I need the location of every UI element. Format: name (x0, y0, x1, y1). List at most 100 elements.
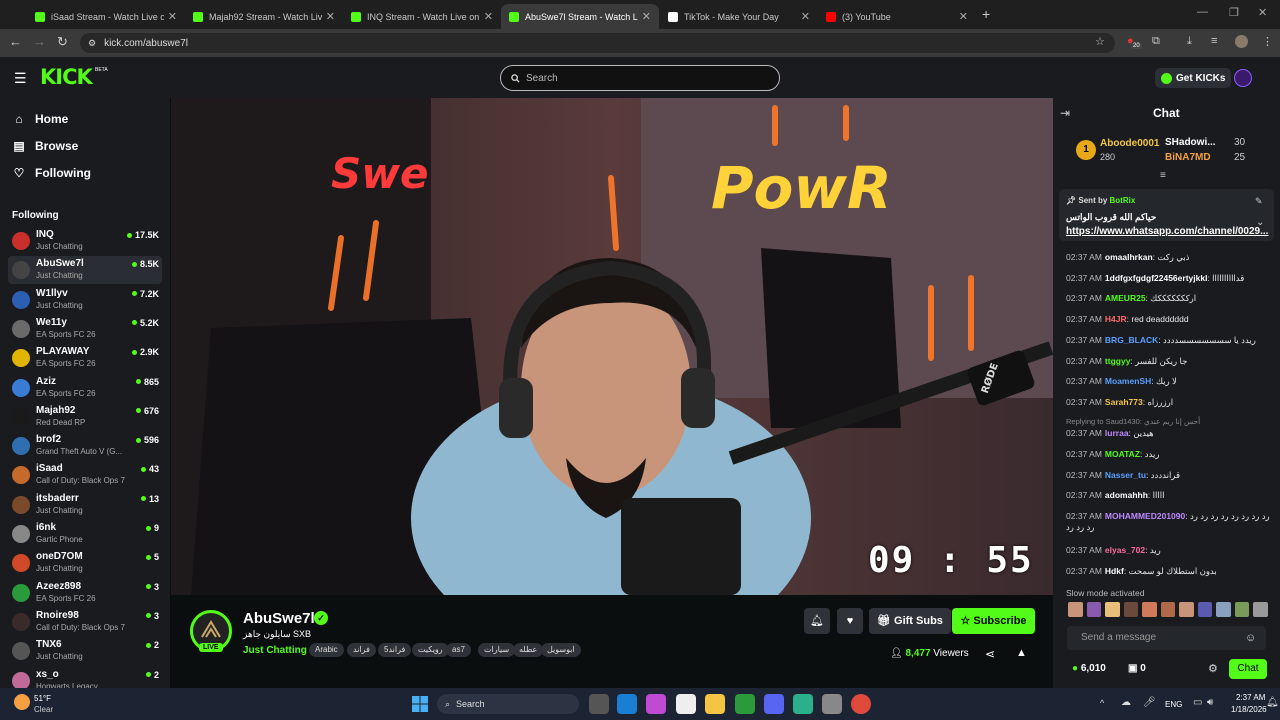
chat-message[interactable]: 02:37 AM Sarah773: ارزرزاه (1066, 397, 1276, 408)
extensions-puzzle-icon[interactable]: ⧉ (1152, 35, 1160, 48)
followed-channel-item[interactable]: itsbaderr Just Chatting 13 (8, 491, 162, 519)
browser-tab[interactable]: iSaad Stream - Watch Live on Kick ✕ (27, 4, 185, 29)
message-username[interactable]: H4JR (1105, 314, 1127, 324)
followed-channel-item[interactable]: AbuSwe7l Just Chatting 8.5K (8, 256, 162, 285)
chat-message[interactable]: 02:37 AM Hdkf: بدون استطلاك لو سمحت (1066, 566, 1276, 577)
followed-channel-item[interactable]: oneD7OM Just Chatting 5 (8, 549, 162, 577)
unpin-icon[interactable]: ✎ (1255, 196, 1263, 207)
subs-balance[interactable]: ▣ 0 (1128, 663, 1146, 674)
emote-icon[interactable] (1197, 602, 1213, 617)
emote-icon[interactable] (1160, 602, 1176, 617)
media-icon[interactable]: ≡ (1211, 35, 1217, 47)
app-icon[interactable] (793, 694, 813, 714)
send-chat-button[interactable]: Chat (1229, 659, 1267, 679)
followed-channel-item[interactable]: Rnoire98 Call of Duty: Black Ops 7 3 (8, 608, 162, 636)
followed-channel-item[interactable]: TNX6 Just Chatting 2 (8, 637, 162, 665)
pinned-link[interactable]: https://www.whatsapp.com/channel/0029... (1066, 226, 1268, 237)
profile-avatar[interactable] (1235, 35, 1248, 48)
chat-message[interactable]: 02:37 AM adomahhh: ااااا (1066, 490, 1276, 501)
stream-tag[interactable]: Arabic (309, 643, 344, 657)
forward-icon[interactable]: → (33, 34, 46, 49)
browser-tab[interactable]: Majah92 Stream - Watch Live on Kick ✕ (185, 4, 343, 29)
followed-channel-item[interactable]: We11y EA Sports FC 26 5.2K (8, 315, 162, 343)
kick-logo[interactable]: KICK (40, 65, 93, 89)
file-explorer-icon[interactable] (705, 694, 725, 714)
download-icon[interactable]: ⤓ (1187, 35, 1192, 48)
chat-message[interactable]: 02:37 AM omaalhrkan: ذبي ركت (1066, 252, 1276, 263)
notification-bell-icon[interactable]: 🔔︎ (804, 608, 830, 634)
close-window-icon[interactable]: ✕ (1258, 6, 1267, 19)
message-username[interactable]: 1ddfgxfgdgf22456ertyjkkl (1105, 273, 1208, 283)
emote-icon[interactable] (1068, 602, 1083, 617)
emote-icon[interactable] (1179, 602, 1194, 617)
stream-tag[interactable]: فراند5 (378, 643, 412, 657)
user-avatar[interactable] (1234, 69, 1252, 87)
followed-channel-item[interactable]: Majah92 Red Dead RP 676 (8, 403, 162, 431)
emoji-icon[interactable]: ☺ (1245, 632, 1256, 644)
leaderboard-name-1[interactable]: Aboode0001 (1100, 138, 1159, 149)
mic-icon[interactable]: 🎤︎ (1143, 697, 1156, 708)
reload-icon[interactable]: ↻ (57, 34, 68, 50)
leaderboard-expand-icon[interactable]: ≡ (1160, 170, 1166, 181)
emote-icon[interactable] (1086, 602, 1102, 617)
followed-channel-item[interactable]: INQ Just Chatting 17.5K (8, 227, 162, 255)
task-view-icon[interactable] (589, 694, 609, 714)
copilot-icon[interactable] (646, 694, 666, 714)
subscribe-button[interactable]: ☆ Subscribe (952, 608, 1035, 634)
steam-icon[interactable] (822, 694, 842, 714)
message-username[interactable]: MoamenSH (1105, 376, 1151, 386)
message-username[interactable]: Nasser_tu (1105, 470, 1146, 480)
chat-message[interactable]: 02:37 AM Nasser_tu: قراندددد (1066, 470, 1276, 481)
clock-date[interactable]: 1/18/2026 (1231, 705, 1267, 714)
chat-message[interactable]: 02:37 AM BRG_BLACK: ريدد يا سسسسسسسدددد (1066, 335, 1276, 346)
menu-dots-icon[interactable]: ⋮ (1262, 35, 1273, 48)
message-username[interactable]: BRG_BLACK (1105, 335, 1158, 345)
chat-message[interactable]: 02:37 AM lurraa: هيدين (1066, 428, 1276, 439)
channel-name[interactable]: AbuSwe7l (243, 610, 315, 627)
stream-tag[interactable]: سيارات (478, 643, 516, 657)
emote-icon[interactable] (1234, 602, 1250, 617)
chevron-down-icon[interactable]: ⌄ (1256, 217, 1264, 228)
leaderboard-name-3[interactable]: BiNA7MD (1165, 152, 1211, 163)
network-icon[interactable]: ▭ (1193, 697, 1202, 708)
clock-time[interactable]: 2:37 AM (1236, 693, 1265, 702)
onedrive-icon[interactable]: ☁ (1121, 697, 1131, 708)
followed-channel-item[interactable]: Azeez898 EA Sports FC 26 3 (8, 579, 162, 607)
maximize-icon[interactable]: ❐ (1229, 6, 1239, 19)
url-bar[interactable]: ⚙ kick.com/abuswe7l (80, 33, 1115, 53)
message-username[interactable]: omaalhrkan (1105, 252, 1153, 262)
new-tab-button[interactable]: + (982, 6, 990, 22)
tab-close-icon[interactable]: ✕ (484, 10, 493, 23)
video-player[interactable]: Swe PowR RØDE (171, 98, 1053, 595)
chat-message[interactable]: 02:37 AM H4JR: red deadddddd (1066, 314, 1276, 325)
tab-close-icon[interactable]: ✕ (959, 10, 968, 23)
weather-icon[interactable] (14, 694, 30, 710)
followed-channel-item[interactable]: W1llyv Just Chatting 7.2K (8, 286, 162, 314)
back-icon[interactable]: ← (9, 34, 22, 49)
collapse-chat-icon[interactable]: ⇥ (1060, 106, 1070, 120)
tab-close-icon[interactable]: ✕ (801, 10, 810, 23)
chat-input[interactable]: Send a message (1067, 626, 1266, 650)
message-username[interactable]: ttggyy (1105, 356, 1131, 366)
windows-start-icon[interactable] (410, 694, 430, 714)
tab-close-icon[interactable]: ✕ (326, 10, 335, 23)
followed-channel-item[interactable]: Aziz EA Sports FC 26 865 (8, 374, 162, 402)
followed-channel-item[interactable]: i6nk Gartic Phone 9 (8, 520, 162, 548)
emote-icon[interactable] (1253, 602, 1269, 617)
tray-chevron-icon[interactable]: ^ (1100, 698, 1104, 708)
tab-close-icon[interactable]: ✕ (168, 10, 177, 23)
language-indicator[interactable]: ENG (1165, 700, 1182, 709)
followed-channel-item[interactable]: PLAYAWAY EA Sports FC 26 2.9K (8, 344, 162, 372)
report-icon[interactable]: ▲ (1016, 647, 1027, 659)
emote-icon[interactable] (1216, 602, 1231, 617)
chat-message[interactable]: 02:37 AM MOHAMMED201090: رد رد رد رد رد ر… (1066, 511, 1276, 533)
stream-tag[interactable]: رويكيت (412, 643, 449, 657)
follow-heart-button[interactable]: ♥ (837, 608, 863, 634)
share-icon[interactable]: ⋖ (985, 647, 995, 661)
search-input[interactable]: Search (500, 65, 780, 91)
emote-icon[interactable] (1105, 602, 1120, 617)
chat-message[interactable]: 02:37 AM MoamenSH: لا ريك (1066, 376, 1276, 387)
nav-following[interactable]: ♡ Following (12, 166, 91, 180)
get-kicks-button[interactable]: Get KICKs (1155, 68, 1232, 88)
stream-tag[interactable]: فراند (347, 643, 376, 657)
